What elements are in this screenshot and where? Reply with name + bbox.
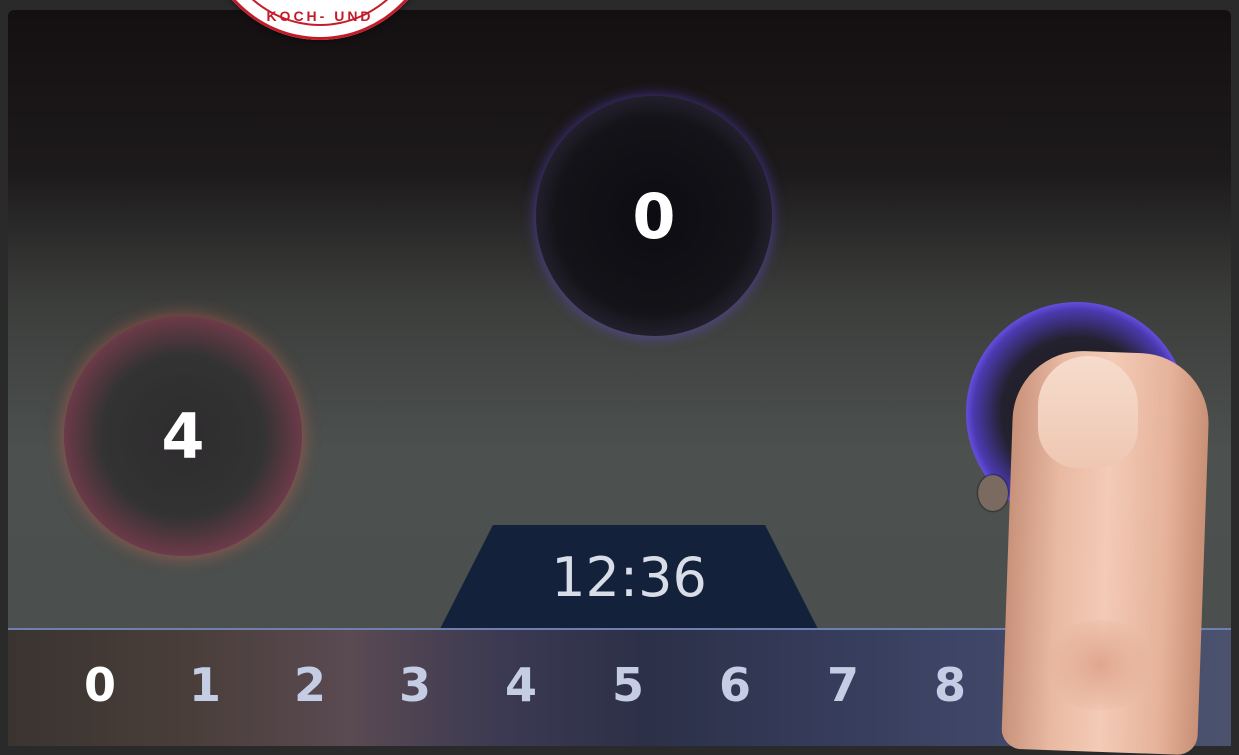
zone-level: 4 <box>161 399 205 473</box>
power-level-8[interactable]: 8 <box>920 658 980 712</box>
stamp-text: KOCH- UND <box>266 8 374 24</box>
power-level-0[interactable]: 0 <box>70 658 130 712</box>
zone-level: 0 <box>632 179 676 253</box>
cooking-zone-top[interactable]: 0 <box>536 96 772 336</box>
power-level-7[interactable]: 7 <box>813 658 873 712</box>
power-level-2[interactable]: 2 <box>280 658 340 712</box>
cooking-zone-left[interactable]: 4 <box>64 316 302 556</box>
power-level-1[interactable]: 1 <box>175 658 235 712</box>
fingernail-image <box>1038 356 1138 468</box>
knuckle-shading <box>1040 620 1160 710</box>
power-level-3[interactable]: 3 <box>385 658 445 712</box>
timer-display: 12:36 <box>551 546 707 609</box>
power-level-4[interactable]: 4 <box>491 658 551 712</box>
power-level-6[interactable]: 6 <box>705 658 765 712</box>
power-level-5[interactable]: 5 <box>598 658 658 712</box>
zone-slider-knob[interactable] <box>978 475 1008 511</box>
